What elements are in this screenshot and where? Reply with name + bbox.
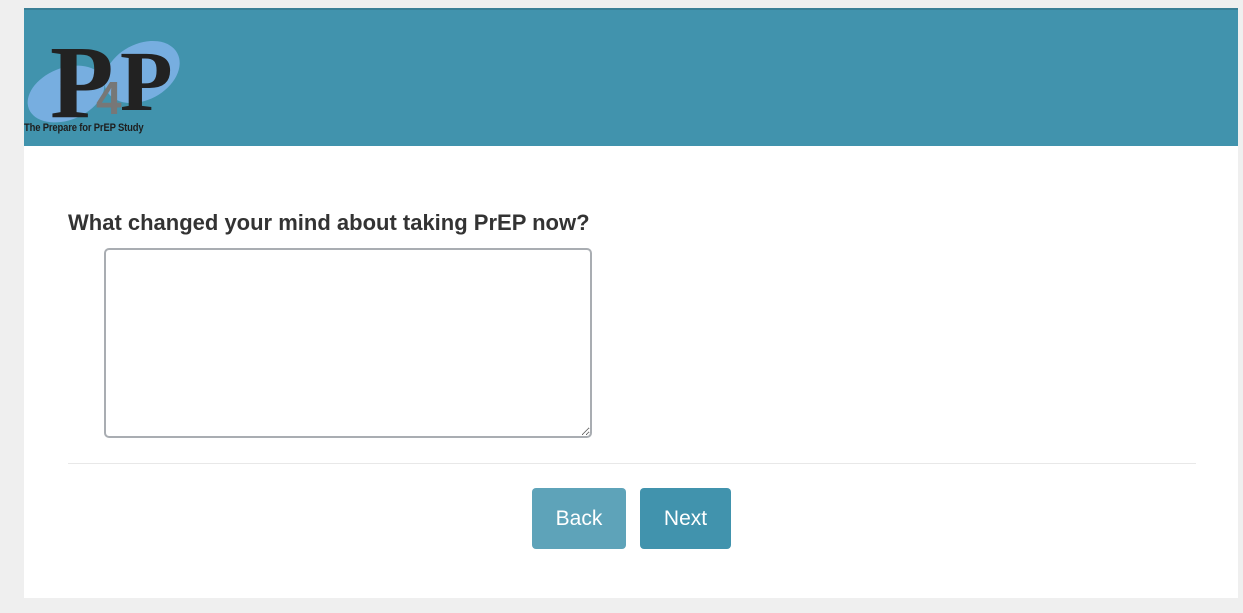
answer-textarea[interactable]	[104, 248, 592, 438]
question-text: What changed your mind about taking PrEP…	[68, 210, 590, 235]
logo-caption: The Prepare for PrEP Study	[24, 122, 144, 134]
site-header: P 4 P The Prepare for PrEP Study	[24, 8, 1238, 146]
logo-letter-p2: P	[120, 33, 173, 124]
logo-letter-4: 4	[96, 72, 122, 124]
next-button[interactable]: Next	[640, 488, 731, 549]
survey-card: P 4 P The Prepare for PrEP Study What ch…	[24, 8, 1238, 598]
p4p-logo-graphic: P 4 P	[27, 25, 180, 124]
back-button[interactable]: Back	[532, 488, 626, 549]
p4p-logo: P 4 P The Prepare for PrEP Study	[24, 24, 214, 136]
divider	[68, 463, 1196, 464]
